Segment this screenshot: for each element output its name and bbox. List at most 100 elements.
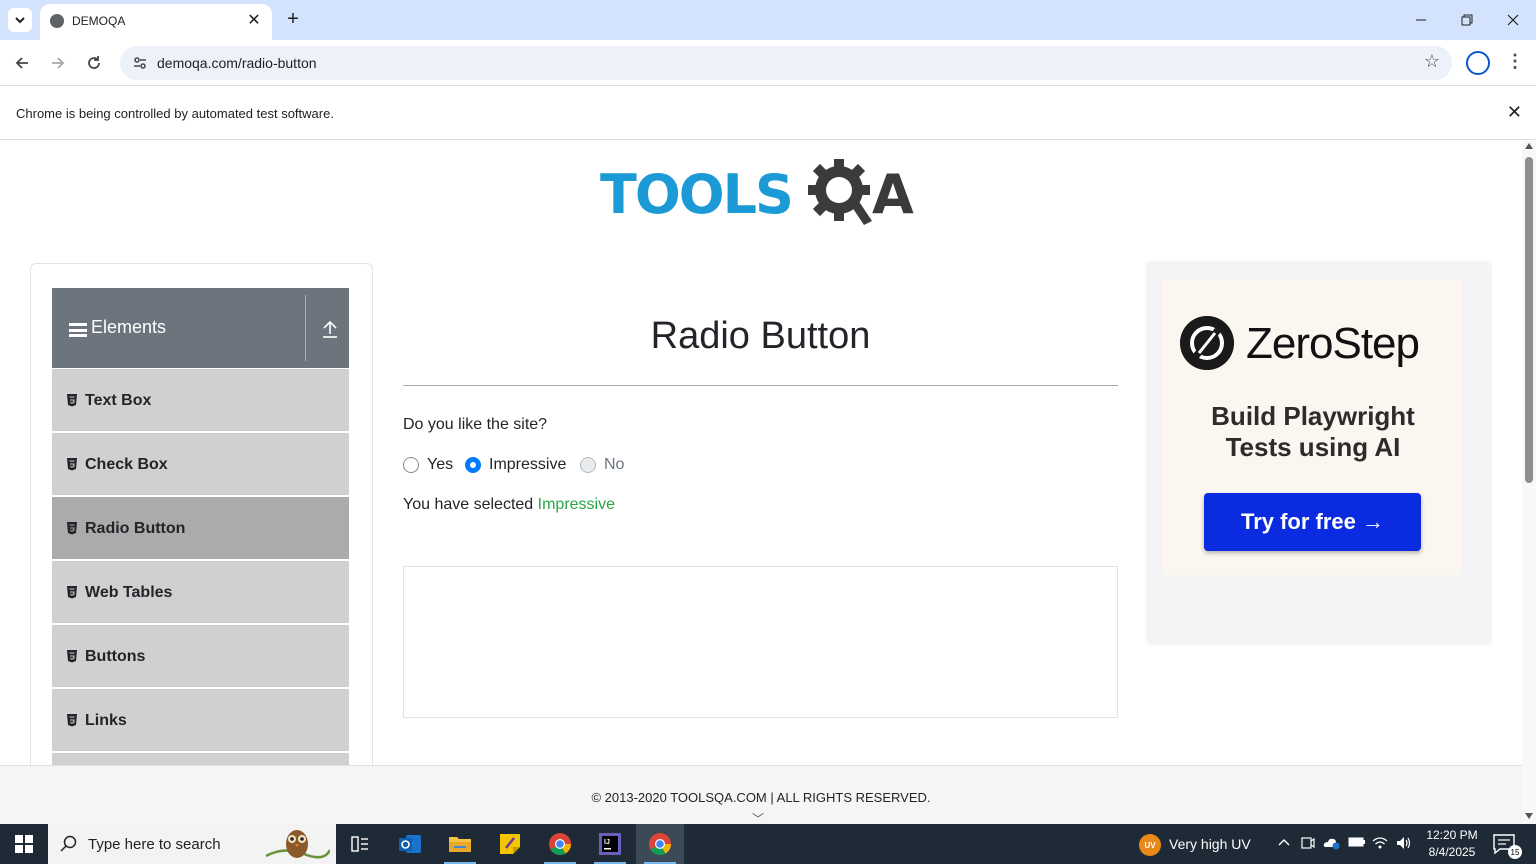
owl-illustration-icon [265,830,330,859]
scroll-thumb[interactable] [1525,157,1533,483]
page-title: Radio Button [650,315,871,357]
close-icon [1507,14,1519,26]
sidebar-item-label: Text Box [85,392,152,409]
minimize-button[interactable] [1398,6,1444,34]
radio-impressive[interactable]: Impressive [465,456,566,474]
radio-no: No [580,456,624,474]
radio-impressive-input[interactable] [465,457,481,473]
sidebar-item-links[interactable]: Links [52,689,349,752]
html5-icon [67,650,77,663]
page-footer: © 2013-2020 TOOLSQA.COM | ALL RIGHTS RES… [0,765,1522,824]
sticky-notes-icon [500,834,520,854]
taskbar-file-explorer[interactable] [436,824,484,864]
radio-yes-input[interactable] [403,457,419,473]
wifi-icon[interactable] [1372,836,1388,852]
radio-yes[interactable]: Yes [403,456,453,474]
chevron-up-icon[interactable] [1276,836,1292,852]
sidebar-item-text-box[interactable]: Text Box [52,369,349,432]
taskbar-intellij[interactable]: IJ [586,824,634,864]
header-divider [305,295,306,361]
back-button[interactable] [9,50,35,76]
search-placeholder: Type here to search [88,836,221,853]
profile-icon[interactable] [1466,51,1490,75]
task-view-icon [351,836,368,852]
system-clock[interactable]: 12:20 PM 8/4/2025 [1420,827,1484,861]
sidebar-item-label: Radio Button [85,520,186,537]
uv-weather-icon[interactable]: UV [1139,834,1161,856]
reload-button[interactable] [81,50,107,76]
task-view-button[interactable] [336,824,384,864]
tab-title: DEMOQA [72,14,126,28]
browser-tab[interactable]: DEMOQA ✕ [40,4,272,40]
logo-tools-text: TOOLS [600,163,794,226]
taskbar-outlook[interactable] [386,824,434,864]
battery-icon[interactable] [1348,836,1365,852]
sidebar-item-buttons[interactable]: Buttons [52,625,349,688]
sidebar-item-label: Buttons [85,648,146,665]
tab-close-icon[interactable]: ✕ [244,10,264,30]
hamburger-icon [69,323,87,337]
start-button[interactable] [0,824,48,864]
forward-button[interactable] [45,50,71,76]
bookmark-star-icon[interactable]: ☆ [1424,51,1440,72]
tab-search-button[interactable] [8,8,32,32]
reload-icon [88,56,100,69]
toolsqa-logo[interactable]: TOOLS A [600,155,924,231]
infobar-close-icon[interactable]: ✕ [1507,102,1522,123]
sidebar-item-label: Check Box [85,456,168,473]
weather-text[interactable]: Very high UV [1169,836,1251,852]
taskbar-search[interactable]: Type here to search [48,824,336,864]
arrow-right-icon [52,57,65,69]
close-window-button[interactable] [1490,6,1536,34]
address-bar[interactable]: demoqa.com/radio-button ☆ [120,46,1452,80]
scroll-down-arrow-icon[interactable] [1525,813,1533,819]
taskbar-chrome-active[interactable] [636,824,684,864]
search-icon [60,835,77,852]
onedrive-icon[interactable] [1323,836,1340,852]
result-value: Impressive [537,496,615,513]
ad-headline: Build Playwright Tests using AI [1148,401,1478,463]
html5-icon [67,714,77,727]
collapse-arrow-icon[interactable] [320,318,340,340]
restore-button[interactable] [1444,6,1490,34]
volume-icon[interactable] [1396,836,1412,852]
sidebar-item-check-box[interactable]: Check Box [52,433,349,496]
folder-icon [449,837,471,852]
chrome-icon [549,833,571,855]
page-scrollbar[interactable] [1522,141,1536,824]
elements-group-header[interactable]: Elements [52,288,349,368]
meet-now-icon[interactable] [1300,836,1316,852]
sidebar-item-web-tables[interactable]: Web Tables [52,561,349,624]
svg-text:IJ: IJ [604,839,610,846]
radio-impressive-label[interactable]: Impressive [489,456,566,474]
sidebar-item-radio-button[interactable]: Radio Button [52,497,349,560]
web-page: TOOLS A Elements Text Box Check Box Radi… [0,141,1522,824]
try-for-free-button[interactable]: Try for free → [1204,493,1421,551]
gear-magnifier-icon [808,159,872,225]
logo-a-text: A [872,163,914,226]
globe-icon [50,14,64,28]
arrow-left-icon [15,57,28,69]
clock-time: 12:20 PM [1426,828,1478,842]
site-info-icon[interactable] [130,53,150,73]
tab-strip: DEMOQA ✕ + [0,0,1536,40]
advertisement[interactable]: ZeroStep Build Playwright Tests using AI… [1148,263,1490,643]
infobar-text: Chrome is being controlled by automated … [16,106,334,121]
clock-date: 8/4/2025 [1428,845,1476,859]
chrome-icon [649,833,671,855]
ad-headline-line1: Build Playwright [1211,401,1415,431]
url-text[interactable]: demoqa.com/radio-button [157,55,317,71]
notification-count-badge: 15 [1508,845,1522,859]
html5-icon [67,586,77,599]
new-tab-button[interactable]: + [282,8,304,30]
taskbar-chrome[interactable] [536,824,584,864]
windows-taskbar: Type here to search IJ UV Very high UV 1… [0,824,1536,864]
taskbar-sticky-notes[interactable] [486,824,534,864]
result-text: You have selected Impressive [403,496,615,514]
minimize-icon [1416,19,1426,21]
radio-yes-label[interactable]: Yes [427,456,453,474]
more-menu-icon[interactable]: ⋮ [1505,51,1525,73]
sidebar-item-label: Links [85,712,127,729]
scroll-up-arrow-icon[interactable] [1525,143,1533,149]
radio-no-label: No [604,456,625,473]
